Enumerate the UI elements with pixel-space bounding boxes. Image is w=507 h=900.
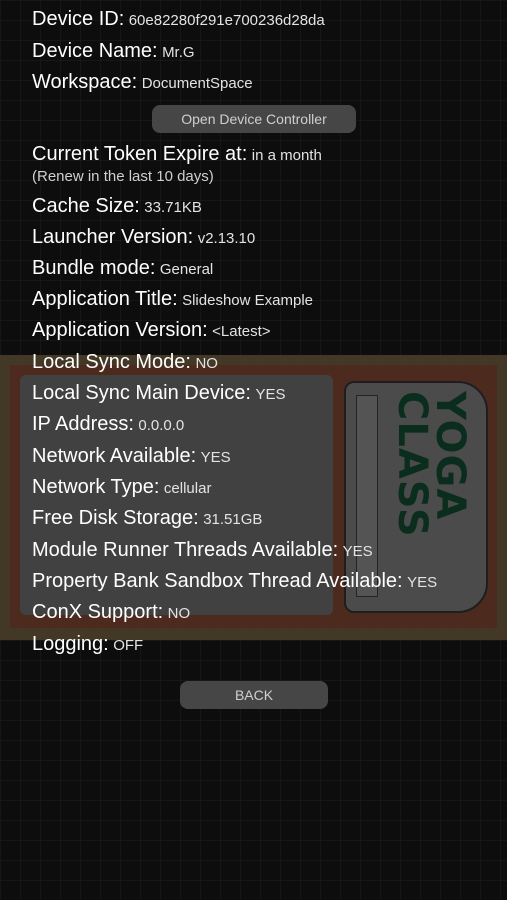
row-label: Device ID: bbox=[32, 8, 125, 30]
row-label: Cache Size: bbox=[32, 195, 140, 217]
info-row-cache-size: Cache Size: 33.71KB bbox=[32, 195, 202, 218]
row-label: Current Token Expire at: bbox=[32, 143, 248, 165]
row-value: Mr.G bbox=[162, 44, 195, 61]
info-row-token-expire: Current Token Expire at: in a month bbox=[32, 143, 322, 166]
info-row-local-sync-main-device: Local Sync Main Device: YES bbox=[32, 382, 285, 405]
info-row-application-version: Application Version: <Latest> bbox=[32, 319, 271, 342]
info-row-device-name: Device Name: Mr.G bbox=[32, 40, 195, 63]
row-label: Property Bank Sandbox Thread Available: bbox=[32, 570, 403, 592]
row-value: cellular bbox=[163, 480, 212, 497]
row-label: Free Disk Storage: bbox=[32, 507, 199, 529]
row-label: Workspace: bbox=[32, 71, 138, 93]
row-value: in a month bbox=[251, 147, 322, 164]
row-label: Local Sync Main Device: bbox=[32, 382, 251, 404]
info-row-property-bank-sandbox: Property Bank Sandbox Thread Available: … bbox=[32, 570, 437, 593]
info-row-network-type: Network Type: cellular bbox=[32, 476, 211, 499]
row-label: Network Available: bbox=[32, 445, 197, 467]
row-value: 60e82280f291e700236d28da bbox=[128, 12, 325, 29]
row-value: <Latest> bbox=[212, 323, 271, 340]
row-value: OFF bbox=[113, 637, 144, 654]
row-value: DocumentSpace bbox=[141, 75, 253, 92]
row-label: Module Runner Threads Available: bbox=[32, 539, 339, 561]
info-row-workspace: Workspace: DocumentSpace bbox=[32, 71, 253, 94]
row-label: Device Name: bbox=[32, 40, 158, 62]
info-row-local-sync-mode: Local Sync Mode: NO bbox=[32, 351, 218, 374]
row-label: IP Address: bbox=[32, 413, 134, 435]
row-value: Slideshow Example bbox=[182, 292, 313, 309]
info-row-bundle-mode: Bundle mode: General bbox=[32, 257, 213, 280]
row-label: Application Title: bbox=[32, 288, 178, 310]
row-value: v2.13.10 bbox=[197, 230, 256, 247]
info-row-ip-address: IP Address: 0.0.0.0 bbox=[32, 413, 184, 436]
info-row-logging: Logging: OFF bbox=[32, 633, 143, 656]
row-value: YES bbox=[200, 449, 231, 466]
info-row-launcher-version: Launcher Version: v2.13.10 bbox=[32, 226, 255, 249]
row-value: NO bbox=[195, 355, 218, 372]
info-row-device-id: Device ID: 60e82280f291e700236d28da bbox=[32, 8, 325, 31]
info-row-free-disk-storage: Free Disk Storage: 31.51GB bbox=[32, 507, 262, 530]
token-renew-note: (Renew in the last 10 days) bbox=[32, 168, 214, 185]
row-value: YES bbox=[255, 386, 286, 403]
info-row-application-title: Application Title: Slideshow Example bbox=[32, 288, 313, 311]
info-row-network-available: Network Available: YES bbox=[32, 445, 231, 468]
row-value: 33.71KB bbox=[144, 199, 202, 216]
open-device-controller-button[interactable]: Open Device Controller bbox=[152, 105, 356, 133]
row-value: 0.0.0.0 bbox=[138, 417, 185, 434]
row-label: Logging: bbox=[32, 633, 109, 655]
row-value: YES bbox=[342, 543, 373, 560]
row-value: 31.51GB bbox=[203, 511, 263, 528]
row-label: Network Type: bbox=[32, 476, 160, 498]
back-button[interactable]: BACK bbox=[180, 681, 328, 709]
info-row-conx-support: ConX Support: NO bbox=[32, 601, 190, 624]
row-label: Application Version: bbox=[32, 319, 208, 341]
row-value: General bbox=[159, 261, 214, 278]
row-value: NO bbox=[167, 605, 191, 622]
row-value: YES bbox=[407, 574, 438, 591]
row-label: Bundle mode: bbox=[32, 257, 156, 279]
info-row-module-runner-threads: Module Runner Threads Available: YES bbox=[32, 539, 373, 562]
row-label: Local Sync Mode: bbox=[32, 351, 191, 373]
row-label: Launcher Version: bbox=[32, 226, 194, 248]
row-label: ConX Support: bbox=[32, 601, 164, 623]
